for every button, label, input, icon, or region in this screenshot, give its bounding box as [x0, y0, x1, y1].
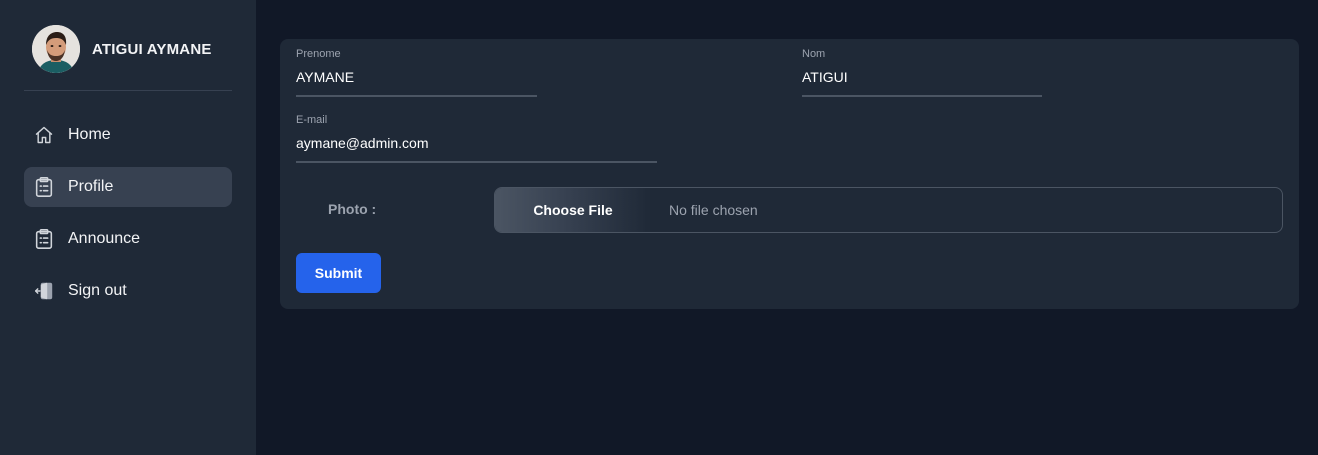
file-status: No file chosen [669, 202, 758, 218]
app: ATIGUI AYMANE Home Profile Announce Sign… [0, 0, 1318, 455]
sidebar-item-label: Home [68, 126, 111, 143]
profile-form: Prenome Nom E-mail Photo : Choose File N… [280, 39, 1299, 309]
user-name: ATIGUI AYMANE [92, 40, 212, 58]
nom-input[interactable] [802, 63, 1042, 97]
sidebar-nav: Home Profile Announce Sign out [24, 115, 232, 311]
sidebar-item-sign-out[interactable]: Sign out [24, 271, 232, 311]
sign-out-icon [34, 281, 54, 301]
email-field-group: E-mail [296, 113, 657, 163]
email-input[interactable] [296, 129, 657, 163]
photo-file-input[interactable]: Choose File No file chosen [494, 187, 1283, 233]
avatar [32, 25, 80, 73]
clipboard-icon [34, 177, 54, 197]
sidebar-item-label: Announce [68, 230, 141, 247]
prenome-input[interactable] [296, 63, 537, 97]
home-icon [34, 125, 54, 145]
nom-field-group: Nom [802, 47, 1042, 97]
sidebar-item-profile[interactable]: Profile [24, 167, 232, 207]
sidebar: ATIGUI AYMANE Home Profile Announce Sign… [0, 0, 256, 455]
photo-label: Photo : [328, 201, 377, 217]
nom-label: Nom [802, 48, 826, 60]
clipboard-icon [34, 229, 54, 249]
sidebar-item-label: Profile [68, 178, 114, 195]
prenome-label: Prenome [296, 48, 341, 60]
submit-button[interactable]: Submit [296, 253, 381, 293]
sidebar-item-announce[interactable]: Announce [24, 219, 232, 259]
user-profile: ATIGUI AYMANE [24, 24, 232, 91]
sidebar-item-label: Sign out [68, 282, 127, 299]
sidebar-item-home[interactable]: Home [24, 115, 232, 155]
main-content: Prenome Nom E-mail Photo : Choose File N… [256, 0, 1318, 455]
choose-file-button[interactable]: Choose File [495, 188, 651, 232]
email-label: E-mail [296, 114, 328, 126]
prenome-field-group: Prenome [296, 47, 537, 97]
